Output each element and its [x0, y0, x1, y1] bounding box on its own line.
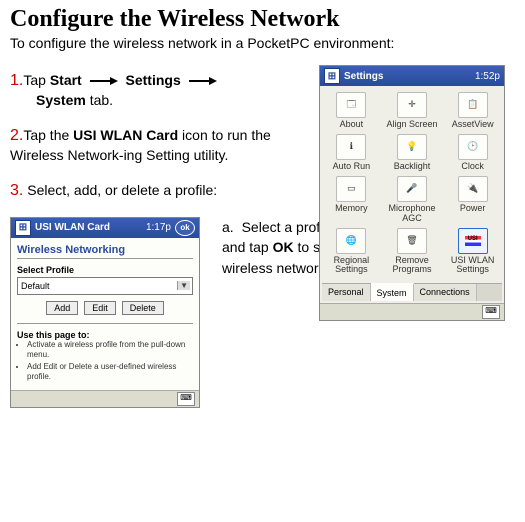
power-icon: 🔌 — [458, 176, 488, 202]
profile-dropdown: Default — [17, 277, 193, 295]
settings-item: 💡Backlight — [383, 134, 442, 172]
add-button: Add — [46, 301, 78, 315]
autorun-icon: ℹ — [336, 134, 366, 160]
settings-item: ✛Align Screen — [383, 92, 442, 130]
settings-screenshot: Settings 1:52p 🗔About ✛Align Screen 📋Ass… — [319, 65, 505, 321]
step-2-text: Tap the USI WLAN Card icon to run the Wi… — [10, 127, 271, 163]
settings-item: 📋AssetView — [443, 92, 502, 130]
step-3: 3. Select, add, or delete a profile: — [10, 181, 310, 201]
use-page-label: Use this page to: — [17, 330, 193, 340]
window-title: USI WLAN Card — [35, 222, 142, 233]
step-2-number: 2. — [10, 127, 23, 144]
list-item: Add Edit or Delete a user-defined wirele… — [27, 362, 193, 381]
window-title: Settings — [344, 71, 471, 82]
settings-item: 🗑Remove Programs — [383, 228, 442, 276]
settings-item: ℹAuto Run — [322, 134, 381, 172]
tab-personal: Personal — [322, 284, 371, 301]
list-item: Activate a wireless profile from the pul… — [27, 340, 193, 359]
tab-system: System — [371, 283, 414, 301]
clock-text: 1:52p — [475, 71, 500, 82]
intro-text: To configure the wireless network in a P… — [10, 35, 515, 51]
start-icon — [324, 68, 340, 84]
settings-item: 🔌Power — [443, 176, 502, 224]
arrow-right-icon — [189, 76, 217, 86]
titlebar: Settings 1:52p — [320, 66, 504, 86]
memory-icon: ▭ — [336, 176, 366, 202]
step-1-text: Tap Start Settings System tab. — [10, 72, 310, 110]
keyboard-icon: ⌨ — [482, 305, 500, 319]
step-2: 2.Tap the USI WLAN Card icon to run the … — [10, 126, 310, 165]
clock-icon: 🕑 — [458, 134, 488, 160]
section-heading: Wireless Networking — [17, 244, 193, 256]
substep-letter: a. — [222, 219, 238, 235]
settings-item-usi-wlan: USIUSI WLAN Settings — [443, 228, 502, 276]
arrow-right-icon — [90, 76, 118, 86]
align-screen-icon: ✛ — [397, 92, 427, 118]
mic-icon: 🎤 — [397, 176, 427, 202]
usi-wlan-icon: USI — [458, 228, 488, 254]
titlebar: USI WLAN Card 1:17p ok — [11, 218, 199, 238]
page-title: Configure the Wireless Network — [10, 6, 515, 33]
settings-item: 🌐Regional Settings — [322, 228, 381, 276]
regional-icon: 🌐 — [336, 228, 366, 254]
wlan-screenshot: USI WLAN Card 1:17p ok Wireless Networki… — [10, 217, 200, 408]
remove-icon: 🗑 — [397, 228, 427, 254]
settings-item: 🗔About — [322, 92, 381, 130]
assetview-icon: 📋 — [458, 92, 488, 118]
step-3-text: Select, add, or delete a profile: — [23, 182, 217, 198]
settings-item: 🎤Microphone AGC — [383, 176, 442, 224]
settings-item: 🕑Clock — [443, 134, 502, 172]
step-3-number: 3. — [10, 182, 23, 199]
use-list: Activate a wireless profile from the pul… — [17, 340, 193, 381]
delete-button: Delete — [122, 301, 164, 315]
clock-text: 1:17p — [146, 222, 171, 233]
step-1-number: 1. — [10, 72, 23, 89]
settings-item: ▭Memory — [322, 176, 381, 224]
about-icon: 🗔 — [336, 92, 366, 118]
separator — [17, 323, 193, 324]
edit-button: Edit — [84, 301, 116, 315]
ok-button-icon: ok — [175, 220, 195, 236]
tab-bar: Personal System Connections — [322, 283, 502, 301]
keyboard-icon: ⌨ — [177, 392, 195, 406]
step-1: 1.Tap Start Settings System tab. — [10, 71, 310, 110]
select-profile-label: Select Profile — [17, 265, 193, 275]
separator — [17, 258, 193, 259]
start-icon — [15, 220, 31, 236]
backlight-icon: 💡 — [397, 134, 427, 160]
tab-connections: Connections — [414, 284, 477, 301]
